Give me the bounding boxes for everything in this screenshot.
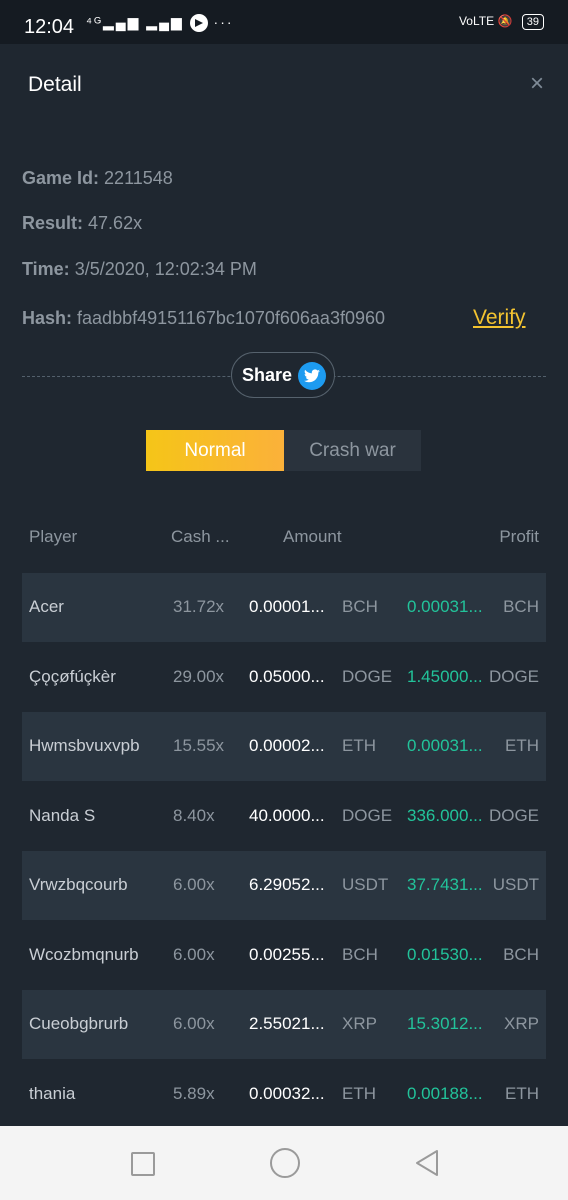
hash-label: Hash: [22,308,73,328]
page-title: Detail [28,73,82,96]
table-row: Vrwzbqcourb 6.00x 6.29052... USDT 37.7431...… [22,851,546,920]
share-label: Share [242,365,293,385]
header-profit: Profit [499,527,539,546]
back-icon[interactable] [414,1148,440,1178]
table-row: Nanda S 8.40x 40.0000... DOGE 336.000... DOGE [22,782,546,851]
bet-currency: ETH [342,1083,376,1103]
bet-amount: 0.00032... [249,1083,325,1103]
volte-icon: VoLTE [458,14,495,28]
game-id-line: Game Id: 2211548 [22,168,173,189]
cash-out: 29.00x [173,666,225,686]
profit-currency: ETH [505,736,539,755]
cash-out: 8.40x [173,805,215,825]
profit-amount: 37.7431... [407,875,483,894]
time-line: Time: 3/5/2020, 12:02:34 PM [22,259,257,280]
bet-amount: 40.0000... [249,805,325,825]
twitter-icon [298,362,326,390]
profit-currency: USDT [492,875,539,894]
signal-text: ⁴ᴳ▂▄▆ ▂▄▆ [86,14,184,30]
player-name: Çǫçøfúçkèr [29,666,116,686]
cash-out: 5.89x [173,1083,215,1103]
header-player: Player [29,527,78,546]
table-row: Cueobgbrurb 6.00x 2.55021... XRP 15.3012... X… [22,990,546,1059]
player-name: Vrwzbqcourb [29,875,128,894]
profit-currency: BCH [503,597,539,616]
tab-normal[interactable]: Normal [146,430,284,471]
close-icon[interactable]: × [530,70,544,98]
header-cash: Cash ... [171,527,230,546]
battery-icon: 39 [521,14,544,30]
bet-currency: XRP [342,1014,377,1033]
home-icon[interactable] [270,1148,300,1178]
mute-icon: 🔕 [497,14,513,28]
game-id-label: Game Id: [22,168,100,188]
bet-amount: 0.00255... [249,944,325,964]
status-time: 12:04 [24,16,75,38]
profit-amount: 0.00031... [407,597,483,616]
bet-amount: 0.00002... [249,736,325,755]
cash-out: 6.00x [173,875,215,894]
cash-out: 31.72x [173,597,225,616]
hash-line: Hash: faadbbf49151167bc1070f606aa3f0960 [22,308,445,329]
profit-currency: ETH [505,1083,539,1103]
result-line: Result: 47.62x [22,213,142,234]
player-name: Wcozbmqnurb [29,944,139,964]
player-name: Cueobgbrurb [29,1014,129,1033]
telegram-icon [189,14,208,33]
more-notifications-icon: ··· [213,14,234,30]
result-value: 47.62x [88,213,143,233]
player-name: Nanda S [29,805,96,825]
bet-currency: USDT [342,875,389,894]
table-row: Acer 31.72x 0.00001... BCH 0.00031... BCH [22,573,546,642]
verify-link[interactable]: Verify [473,306,526,330]
tab-crash-war[interactable]: Crash war [284,430,421,471]
bet-amount: 0.05000... [249,666,325,686]
bet-currency: DOGE [342,805,393,825]
game-id-value: 2211548 [104,168,173,188]
status-right: VoLTE 🔕 39 [459,14,544,30]
recent-apps-icon[interactable] [131,1152,155,1176]
header-amount: Amount [283,527,342,546]
navigation-bar [0,1126,568,1200]
bet-amount: 2.55021... [249,1014,325,1033]
signal-icon: ⁴ᴳ▂▄▆ ▂▄▆ ··· [86,14,234,33]
bet-currency: BCH [342,944,378,964]
result-label: Result: [22,213,84,233]
player-name: Acer [29,597,64,616]
profit-currency: DOGE [488,805,539,825]
table-row: Hwmsbvuxvpb 15.55x 0.00002... ETH 0.00031...… [22,712,546,781]
table-row: thania 5.89x 0.00032... ETH 0.00188... ETH [22,1060,546,1129]
status-bar: 12:04 ⁴ᴳ▂▄▆ ▂▄▆ ··· VoLTE 🔕 39 [0,0,568,44]
profit-amount: 1.45000... [407,666,483,686]
profit-amount: 0.00031... [407,736,483,755]
player-name: Hwmsbvuxvpb [29,736,140,755]
table-row: Wcozbmqnurb 6.00x 0.00255... BCH 0.01530... B… [22,921,546,990]
table-row: Çǫçøfúçkèr 29.00x 0.05000... DOGE 1.45000...… [22,643,546,712]
detail-header: Detail × [0,44,568,128]
hash-value: faadbbf49151167bc1070f606aa3f0960 [77,308,385,328]
cash-out: 6.00x [173,944,215,964]
profit-currency: BCH [503,944,539,964]
player-name: thania [29,1083,76,1103]
profit-currency: DOGE [488,666,539,686]
profit-amount: 0.01530... [407,944,483,964]
bet-currency: BCH [342,597,378,616]
time-label: Time: [22,259,70,279]
profit-currency: XRP [504,1014,539,1033]
bet-amount: 0.00001... [249,597,325,616]
bet-currency: DOGE [342,666,393,686]
bet-currency: ETH [342,736,376,755]
profit-amount: 336.000... [407,805,483,825]
cash-out: 15.55x [173,736,225,755]
cash-out: 6.00x [173,1014,215,1033]
share-button[interactable]: Share [231,352,335,398]
time-value: 3/5/2020, 12:02:34 PM [74,259,257,279]
bet-amount: 6.29052... [249,875,325,894]
profit-amount: 15.3012... [407,1014,483,1033]
profit-amount: 0.00188... [407,1083,483,1103]
